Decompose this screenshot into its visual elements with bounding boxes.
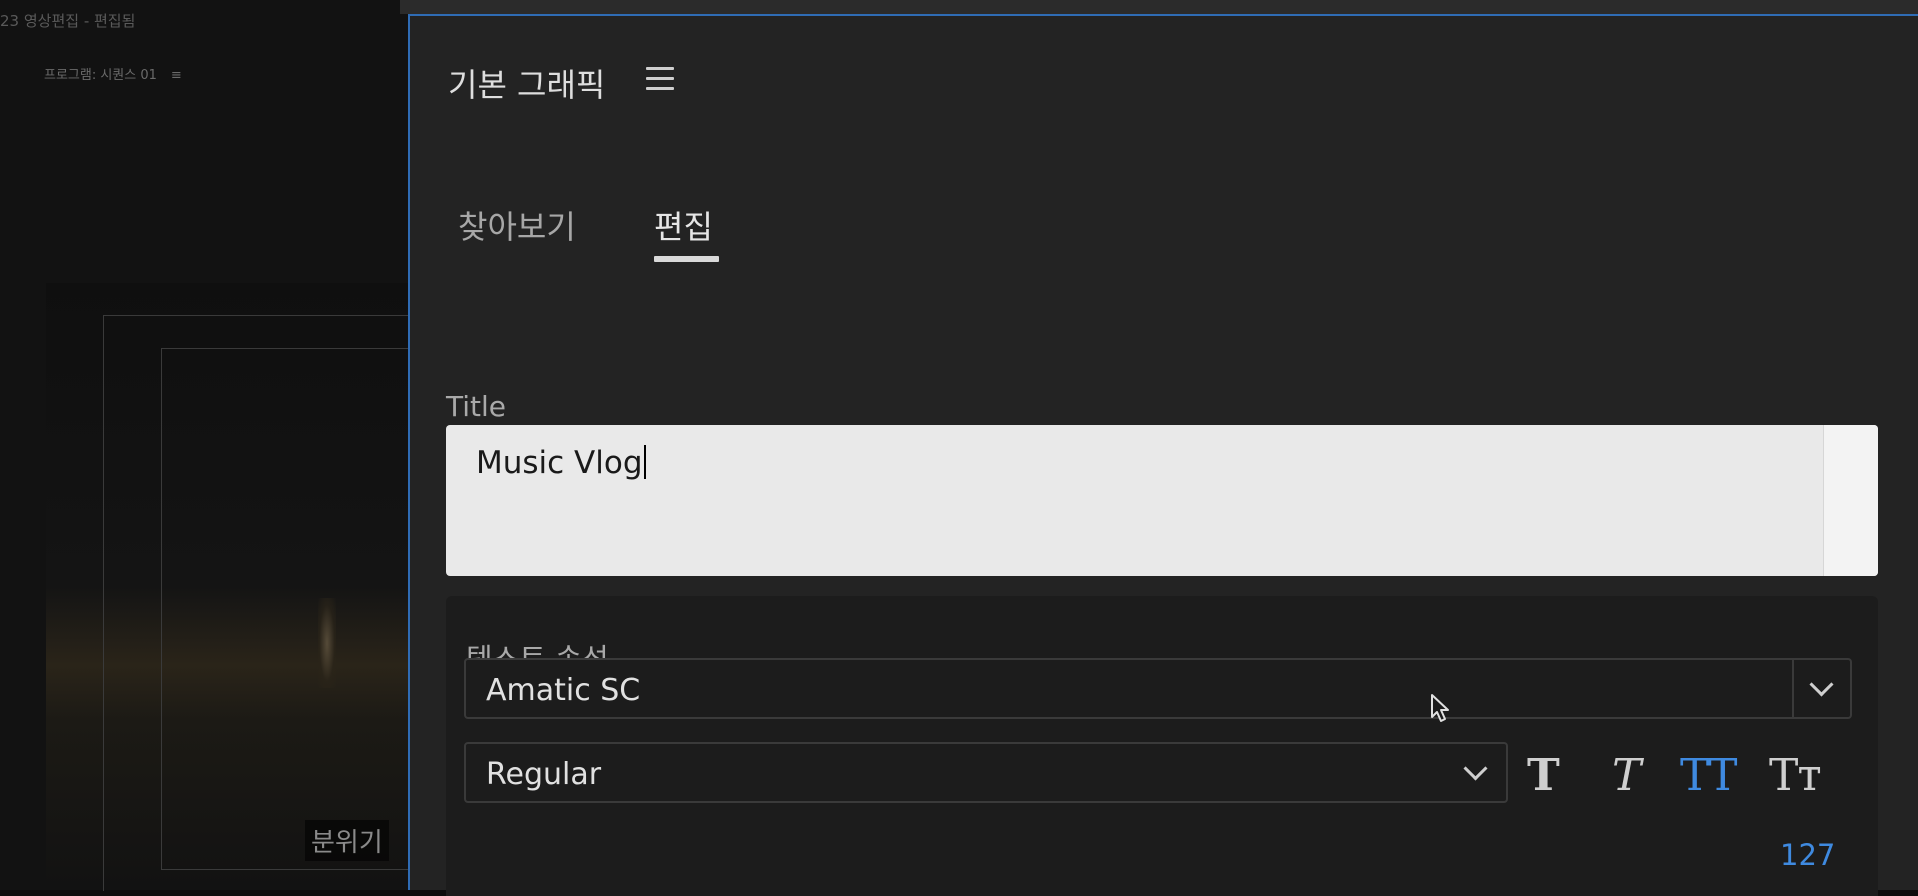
hamburger-menu-icon[interactable] (646, 67, 674, 93)
program-monitor-label: 프로그램: 시퀀스 01 (44, 68, 157, 83)
layer-name-label: Title (446, 390, 507, 423)
window-title: 23 영상편집 - 편집됨 (0, 12, 136, 30)
tab-edit[interactable]: 편집 (654, 202, 713, 248)
monitor-menu-icon[interactable]: ≡ (171, 68, 182, 83)
faux-italic-button[interactable]: T (1612, 752, 1641, 800)
panel-top-strip (400, 0, 1918, 14)
font-style-dropdown[interactable]: Regular (464, 742, 1508, 803)
program-monitor-background: 23 영상편집 - 편집됨 프로그램: 시퀀스 01 ≡ 분위기 (0, 0, 411, 891)
text-input-scrollbar[interactable] (1823, 425, 1878, 576)
title-safe-guide (161, 348, 411, 870)
program-monitor-tab[interactable]: 프로그램: 시퀀스 01 ≡ (44, 64, 182, 83)
font-size-value[interactable]: 127 (1780, 838, 1835, 872)
chevron-down-icon[interactable] (1463, 756, 1488, 781)
all-caps-button[interactable]: TT (1680, 752, 1737, 800)
layer-text-input[interactable]: Music Vlog (446, 425, 1878, 576)
dropdown-divider (1792, 660, 1794, 717)
small-caps-button[interactable]: Tт (1769, 752, 1822, 800)
tab-browse[interactable]: 찾아보기 (458, 202, 576, 248)
video-subject (318, 598, 336, 688)
panel-title: 기본 그래픽 (448, 66, 606, 104)
active-tab-indicator (654, 256, 719, 262)
faux-bold-button[interactable]: T (1527, 752, 1560, 800)
mouse-pointer-icon (1431, 694, 1449, 722)
font-family-dropdown[interactable]: Amatic SC (464, 658, 1852, 719)
font-family-value: Amatic SC (486, 673, 641, 708)
text-caret (643, 445, 646, 479)
layer-text-value: Music Vlog (476, 445, 643, 481)
font-style-value: Regular (486, 757, 602, 792)
chevron-down-icon[interactable] (1809, 672, 1834, 697)
video-caption-text: 분위기 (305, 820, 389, 861)
